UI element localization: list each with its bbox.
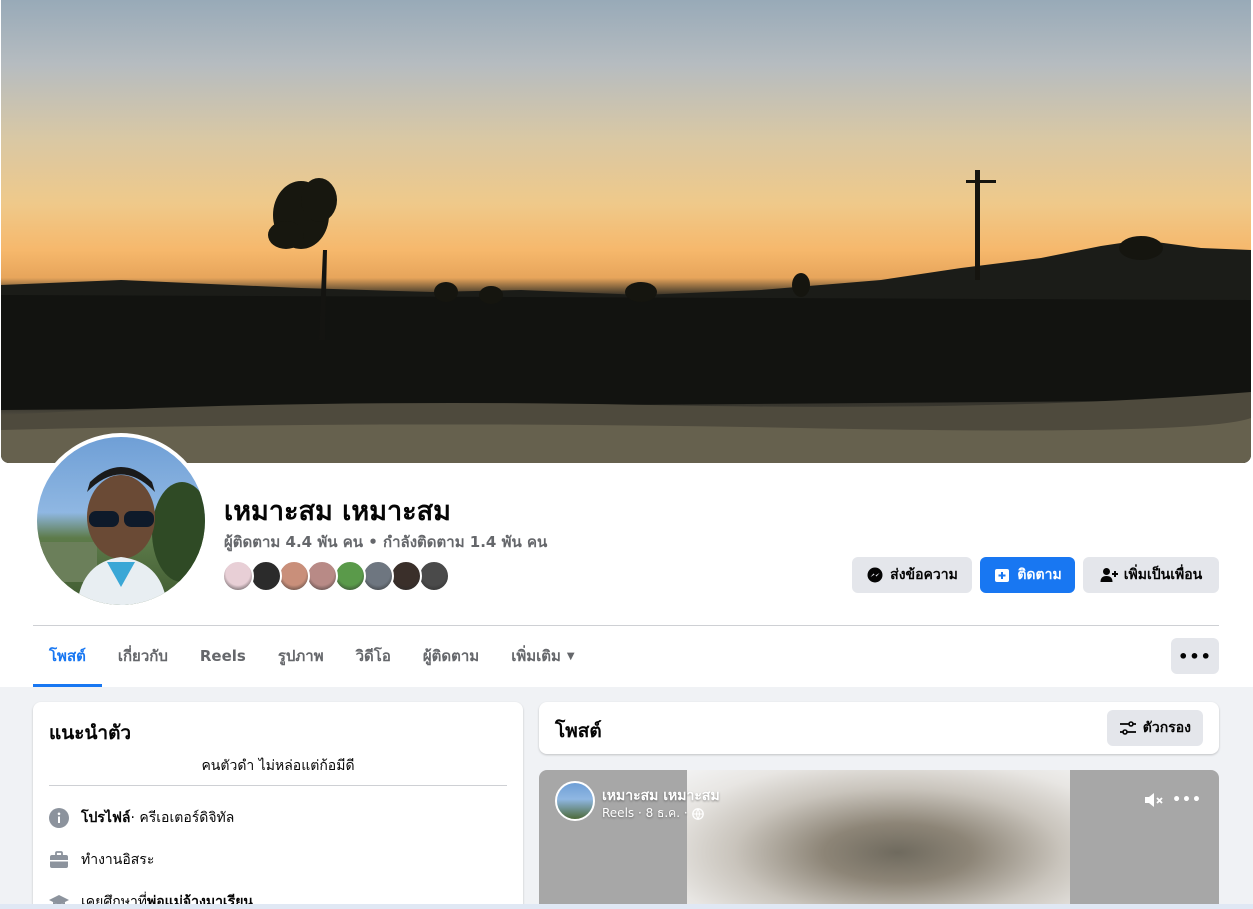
profile-header: เหมาะสม เหมาะสม ผู้ติดตาม 4.4 พัน คน • ก… <box>0 0 1253 687</box>
profile-stats[interactable]: ผู้ติดตาม 4.4 พัน คน • กำลังติดตาม 1.4 พ… <box>224 530 547 554</box>
intro-divider <box>49 785 507 786</box>
tab-videos[interactable]: วิดีโอ <box>340 626 407 686</box>
message-label: ส่งข้อความ <box>890 567 958 583</box>
filter-label: ตัวกรอง <box>1142 720 1191 736</box>
follow-icon <box>993 566 1011 584</box>
profile-photo <box>37 437 205 605</box>
follow-button[interactable]: ติดตาม <box>980 557 1075 593</box>
tab-label: โพสต์ <box>49 647 86 665</box>
follower-avatar[interactable] <box>334 560 366 592</box>
reel-author-avatar[interactable] <box>555 781 595 821</box>
add-friend-label: เพิ่มเป็นเพื่อน <box>1123 567 1203 583</box>
follower-avatar[interactable] <box>362 560 394 592</box>
more-options-button[interactable]: ••• <box>1171 638 1219 674</box>
intro-bio: คนตัวดำ ไม่หล่อแต่ก้อมีดี <box>201 758 355 774</box>
tab-label: รูปภาพ <box>277 647 324 665</box>
follower-avatar[interactable] <box>418 560 450 592</box>
posts-title: โพสต์ <box>555 720 602 742</box>
filter-button[interactable]: ตัวกรอง <box>1106 710 1203 746</box>
tab-label: Reels <box>199 647 246 665</box>
profile-avatar[interactable] <box>33 433 209 609</box>
follower-avatars <box>222 560 450 594</box>
follower-avatar[interactable] <box>390 560 422 592</box>
reel-video[interactable] <box>687 770 1070 909</box>
intro-profile-label: โปรไฟล์ <box>81 810 131 826</box>
intro-card: แนะนำตัว คนตัวดำ ไม่หล่อแต่ก้อมีดี โปรไฟ… <box>33 702 523 909</box>
tab-photos[interactable]: รูปภาพ <box>262 626 340 686</box>
briefcase-icon <box>49 850 69 870</box>
filter-icon <box>1119 720 1137 736</box>
info-icon <box>49 808 69 828</box>
tab-more[interactable]: เพิ่มเติม ▼ <box>495 626 590 686</box>
follower-avatar[interactable] <box>222 560 254 592</box>
follower-avatar[interactable] <box>306 560 338 592</box>
tab-label: วิดีโอ <box>355 647 391 665</box>
intro-row-work: ทำงานอิสระ <box>49 849 154 871</box>
tab-followers[interactable]: ผู้ติดตาม <box>407 626 495 686</box>
tab-label: เกี่ยวกับ <box>117 647 168 665</box>
posts-header-card: โพสต์ ตัวกรอง <box>539 702 1219 754</box>
reel-post[interactable]: เหมาะสม เหมาะสม Reels · 8 ธ.ค. · ••• <box>539 770 1219 909</box>
add-friend-button[interactable]: เพิ่มเป็นเพื่อน <box>1083 557 1219 593</box>
mute-icon[interactable] <box>1142 788 1166 812</box>
tab-about[interactable]: เกี่ยวกับ <box>102 626 184 686</box>
profile-tabs: โพสต์ เกี่ยวกับ Reels รูปภาพ วิดีโอ ผู้ต… <box>33 626 591 687</box>
tab-reels[interactable]: Reels <box>184 626 262 686</box>
intro-profile-text: · ครีเอเตอร์ดิจิทัล <box>130 810 235 826</box>
add-friend-icon <box>1100 566 1118 584</box>
caret-down-icon: ▼ <box>566 650 575 662</box>
message-button[interactable]: ส่งข้อความ <box>852 557 972 593</box>
reel-more-button[interactable]: ••• <box>1172 788 1201 812</box>
intro-title: แนะนำตัว <box>49 722 132 744</box>
reel-meta-text: Reels · 8 ธ.ค. · <box>602 806 688 820</box>
globe-icon <box>691 807 704 820</box>
intro-row-profile: โปรไฟล์ · ครีเอเตอร์ดิจิทัล <box>49 807 234 829</box>
follower-avatar[interactable] <box>278 560 310 592</box>
bottom-edge <box>0 904 1253 909</box>
follower-avatar[interactable] <box>250 560 282 592</box>
tab-posts[interactable]: โพสต์ <box>33 626 102 687</box>
intro-work-text: ทำงานอิสระ <box>81 852 155 868</box>
tab-label: ผู้ติดตาม <box>422 647 480 665</box>
profile-name: เหมาะสม เหมาะสม <box>224 496 451 527</box>
cover-landscape <box>1 170 1251 463</box>
tab-label: เพิ่มเติม <box>511 647 561 665</box>
cover-photo[interactable] <box>1 0 1251 463</box>
messenger-icon <box>866 566 884 584</box>
reel-meta: Reels · 8 ธ.ค. · <box>602 804 704 823</box>
follow-label: ติดตาม <box>1017 567 1062 583</box>
